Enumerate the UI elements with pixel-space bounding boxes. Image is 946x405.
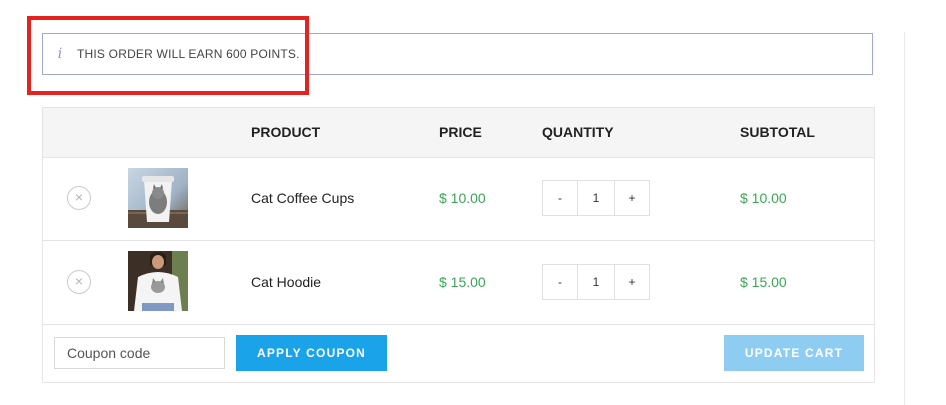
coupon-code-input[interactable] [54,337,225,369]
product-thumbnail-cat-cup[interactable] [128,168,188,228]
quantity-stepper: - 1 + [542,264,650,300]
product-thumbnail-cat-hoodie[interactable] [128,251,188,311]
update-cart-button[interactable]: UPDATE CART [724,335,864,371]
item-subtotal: $ 10.00 [740,190,787,206]
table-row: × Cat Coffee Cups $ 10.00 - 1 + $ 10.00 [43,157,874,241]
annotation-highlight-box [27,16,309,95]
table-row: × Cat Hoodie $ 15.00 - 1 + $ 15.00 [43,241,874,325]
col-subtotal: SUBTOTAL [740,124,815,140]
remove-item-button[interactable]: × [67,186,91,210]
cart-table: PRODUCT PRICE QUANTITY SUBTOTAL × Cat Co… [42,107,875,383]
decrease-quantity-button[interactable]: - [542,180,578,216]
col-product: PRODUCT [251,124,321,140]
col-price: PRICE [439,124,482,140]
quantity-stepper: - 1 + [542,180,650,216]
quantity-input[interactable]: 1 [578,264,614,300]
product-name-link[interactable]: Cat Coffee Cups [251,190,354,206]
remove-item-button[interactable]: × [67,270,91,294]
quantity-input[interactable]: 1 [578,180,614,216]
cat-hoodie-image [128,251,188,311]
item-price: $ 10.00 [439,190,486,206]
increase-quantity-button[interactable]: + [614,180,650,216]
item-price: $ 15.00 [439,274,486,290]
table-header: PRODUCT PRICE QUANTITY SUBTOTAL [43,108,874,158]
cat-cup-image [128,168,188,228]
increase-quantity-button[interactable]: + [614,264,650,300]
apply-coupon-button[interactable]: APPLY COUPON [236,335,387,371]
item-subtotal: $ 15.00 [740,274,787,290]
product-name-link[interactable]: Cat Hoodie [251,274,321,290]
col-quantity: QUANTITY [542,124,614,140]
cart-actions: APPLY COUPON UPDATE CART [43,324,874,383]
decrease-quantity-button[interactable]: - [542,264,578,300]
column-divider [904,32,905,405]
